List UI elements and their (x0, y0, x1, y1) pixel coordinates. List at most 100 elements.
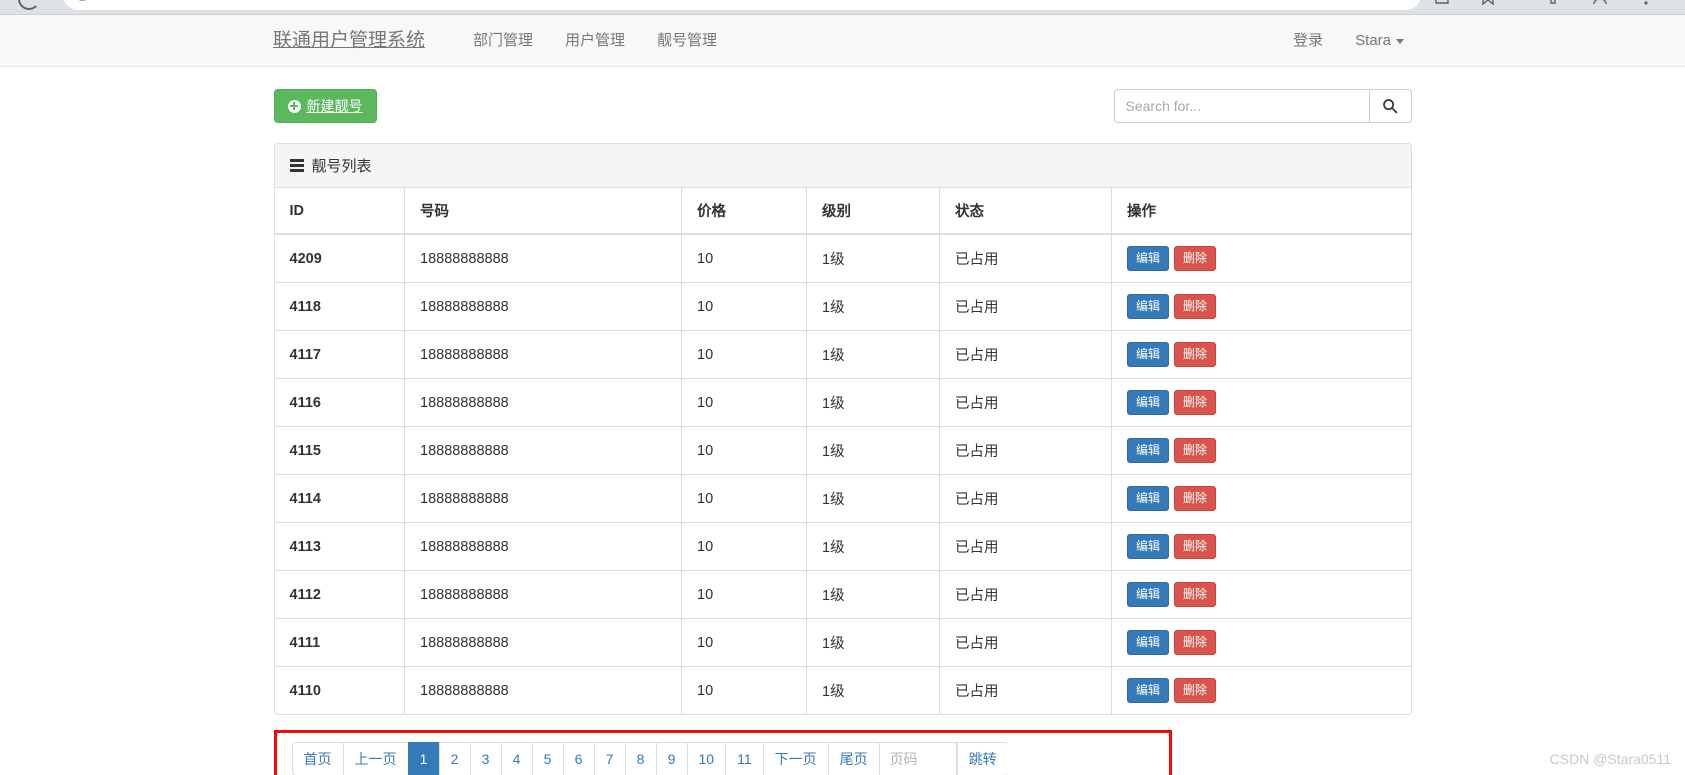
cell-price: 10 (681, 666, 807, 714)
delete-button[interactable]: 删除 (1174, 582, 1217, 607)
cell-id: 4113 (274, 522, 405, 571)
nav-item-user[interactable]: 用户管理 (549, 15, 641, 67)
cell-level: 1级 (806, 522, 940, 571)
cell-level: 1级 (806, 378, 940, 427)
pagination-highlight-box: 首页上一页1234567891011下一页尾页 跳转 (273, 730, 1172, 775)
search-button[interactable] (1368, 89, 1412, 123)
navbar-brand[interactable]: 联通用户管理系统 (273, 15, 425, 67)
search-icon (1383, 99, 1398, 114)
share-icon[interactable] (1432, 0, 1452, 7)
delete-button[interactable]: 删除 (1174, 390, 1217, 415)
panel-heading: 靓号列表 (274, 144, 1411, 188)
nav-item-pretty-number[interactable]: 靓号管理 (641, 15, 733, 67)
pagination-page-8[interactable]: 8 (624, 742, 656, 775)
pagination-page-7[interactable]: 7 (593, 742, 625, 775)
delete-button[interactable]: 删除 (1174, 438, 1217, 463)
extensions-icon[interactable] (1542, 0, 1562, 7)
edit-button[interactable]: 编辑 (1127, 342, 1170, 367)
edit-button[interactable]: 编辑 (1127, 390, 1170, 415)
table-row: 4112 18888888888 10 1级 已占用 编辑 删除 (274, 570, 1411, 619)
pagination-page-10[interactable]: 10 (686, 742, 726, 775)
table-row: 4116 18888888888 10 1级 已占用 编辑 删除 (274, 378, 1411, 427)
pagination-last[interactable]: 尾页 (827, 742, 879, 775)
page-jump-input[interactable] (878, 742, 957, 775)
cell-level: 1级 (806, 330, 940, 379)
table-header-row: ID 号码 价格 级别 状态 操作 (274, 188, 1411, 235)
column-header-actions: 操作 (1111, 188, 1411, 235)
cell-price: 10 (681, 378, 807, 427)
column-header-level: 级别 (806, 188, 940, 235)
cell-level: 1级 (806, 233, 940, 283)
cell-price: 10 (681, 233, 807, 283)
pagination-next[interactable]: 下一页 (762, 742, 828, 775)
cell-id: 4118 (274, 282, 405, 331)
edit-button[interactable]: 编辑 (1127, 534, 1170, 559)
pagination-first[interactable]: 首页 (291, 742, 343, 775)
cell-status: 已占用 (939, 522, 1112, 571)
cell-actions: 编辑 删除 (1111, 570, 1411, 619)
nav-item-department[interactable]: 部门管理 (457, 15, 549, 67)
new-pretty-number-button[interactable]: 新建靓号 (273, 89, 377, 123)
menu-icon[interactable] (1636, 0, 1656, 7)
cell-actions: 编辑 删除 (1111, 282, 1411, 331)
cell-actions: 编辑 删除 (1111, 378, 1411, 427)
delete-button[interactable]: 删除 (1174, 342, 1217, 367)
list-icon (289, 159, 304, 172)
delete-button[interactable]: 删除 (1174, 294, 1217, 319)
cell-number: 18888888888 (404, 666, 682, 714)
table-row: 4110 18888888888 10 1级 已占用 编辑 删除 (274, 666, 1411, 714)
table-row: 4209 18888888888 10 1级 已占用 编辑 删除 (274, 233, 1411, 283)
delete-button[interactable]: 删除 (1174, 486, 1217, 511)
main-container: 新建靓号 靓号列表 ID 号码 (273, 67, 1412, 775)
cell-actions: 编辑 删除 (1111, 233, 1411, 283)
cell-level: 1级 (806, 426, 940, 475)
cell-price: 10 (681, 522, 807, 571)
pagination-prev[interactable]: 上一页 (342, 742, 408, 775)
pagination-page-11[interactable]: 11 (725, 742, 763, 775)
cell-actions: 编辑 删除 (1111, 666, 1411, 714)
edit-button[interactable]: 编辑 (1127, 438, 1170, 463)
nav-user-menu-label: Stara (1355, 32, 1391, 49)
navbar-inner: 联通用户管理系统 部门管理 用户管理 靓号管理 登录 Stara (265, 15, 1420, 66)
pagination-page-1[interactable]: 1 (407, 742, 439, 775)
pretty-number-table: ID 号码 价格 级别 状态 操作 4209 18888888888 10 1级 已占用… (274, 188, 1411, 714)
profile-icon[interactable] (1590, 0, 1610, 7)
table-row: 4115 18888888888 10 1级 已占用 编辑 删除 (274, 426, 1411, 475)
delete-button[interactable]: 删除 (1174, 678, 1217, 703)
cell-level: 1级 (806, 282, 940, 331)
cell-status: 已占用 (939, 378, 1112, 427)
table-row: 4118 18888888888 10 1级 已占用 编辑 删除 (274, 282, 1411, 331)
pagination-page-3[interactable]: 3 (469, 742, 501, 775)
pagination-page-4[interactable]: 4 (500, 742, 532, 775)
column-header-id: ID (274, 188, 405, 235)
pagination-page-2[interactable]: 2 (438, 742, 470, 775)
cell-status: 已占用 (939, 282, 1112, 331)
delete-button[interactable]: 删除 (1174, 246, 1217, 271)
table-row: 4111 18888888888 10 1级 已占用 编辑 删除 (274, 618, 1411, 667)
nav-item-login[interactable]: 登录 (1277, 15, 1339, 67)
delete-button[interactable]: 删除 (1174, 534, 1217, 559)
info-circle-icon[interactable]: i (74, 0, 91, 1)
cell-status: 已占用 (939, 426, 1112, 475)
edit-button[interactable]: 编辑 (1127, 294, 1170, 319)
cell-price: 10 (681, 570, 807, 619)
edit-button[interactable]: 编辑 (1127, 486, 1170, 511)
cell-status: 已占用 (939, 474, 1112, 523)
cell-number: 18888888888 (404, 618, 682, 667)
address-bar[interactable]: i 127.0.0.1:8000/pretty/list/ (62, 0, 1422, 10)
page-jump-button[interactable]: 跳转 (956, 742, 1008, 775)
edit-button[interactable]: 编辑 (1127, 246, 1170, 271)
nav-item-user-menu[interactable]: Stara (1339, 15, 1420, 67)
cell-id: 4110 (274, 666, 405, 714)
cell-id: 4117 (274, 330, 405, 379)
cell-status: 已占用 (939, 618, 1112, 667)
pagination-page-9[interactable]: 9 (655, 742, 687, 775)
edit-button[interactable]: 编辑 (1127, 630, 1170, 655)
edit-button[interactable]: 编辑 (1127, 678, 1170, 703)
edit-button[interactable]: 编辑 (1127, 582, 1170, 607)
pagination-page-6[interactable]: 6 (562, 742, 594, 775)
search-input[interactable] (1113, 89, 1369, 123)
pagination-page-5[interactable]: 5 (531, 742, 563, 775)
delete-button[interactable]: 删除 (1174, 630, 1217, 655)
bookmark-icon[interactable] (1478, 0, 1498, 7)
